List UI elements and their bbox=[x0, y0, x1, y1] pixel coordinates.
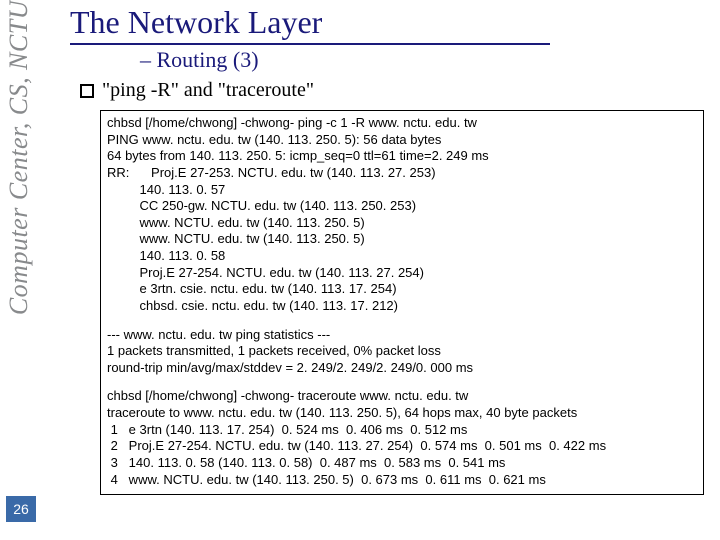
code-line: 4 www. NCTU. edu. tw (140. 113. 250. 5) … bbox=[107, 472, 697, 489]
code-line: RR: Proj.E 27-253. NCTU. edu. tw (140. 1… bbox=[107, 165, 697, 182]
code-line: traceroute to www. nctu. edu. tw (140. 1… bbox=[107, 405, 697, 422]
bullet-text: "ping -R" and "traceroute" bbox=[102, 79, 314, 102]
code-line: e 3rtn. csie. nctu. edu. tw (140. 113. 1… bbox=[107, 281, 697, 298]
code-line: www. NCTU. edu. tw (140. 113. 250. 5) bbox=[107, 231, 697, 248]
code-line: chbsd [/home/chwong] -chwong- traceroute… bbox=[107, 388, 697, 405]
code-line: 140. 113. 0. 58 bbox=[107, 248, 697, 265]
code-line: 140. 113. 0. 57 bbox=[107, 182, 697, 199]
code-block-1: chbsd [/home/chwong] -chwong- ping -c 1 … bbox=[107, 115, 697, 315]
terminal-output-box: chbsd [/home/chwong] -chwong- ping -c 1 … bbox=[100, 110, 704, 495]
page-subtitle: – Routing (3) bbox=[140, 47, 710, 73]
page-title: The Network Layer bbox=[70, 4, 550, 45]
slide-content: The Network Layer – Routing (3) "ping -R… bbox=[70, 4, 710, 495]
code-line: Proj.E 27-254. NCTU. edu. tw (140. 113. … bbox=[107, 265, 697, 282]
code-line: 1 e 3rtn (140. 113. 17. 254) 0. 524 ms 0… bbox=[107, 422, 697, 439]
bullet-box-icon bbox=[80, 84, 94, 98]
code-line: CC 250-gw. NCTU. edu. tw (140. 113. 250.… bbox=[107, 198, 697, 215]
bullet-row: "ping -R" and "traceroute" bbox=[80, 79, 710, 102]
code-line: chbsd. csie. nctu. edu. tw (140. 113. 17… bbox=[107, 298, 697, 315]
code-line: 64 bytes from 140. 113. 250. 5: icmp_seq… bbox=[107, 148, 697, 165]
code-line: 3 140. 113. 0. 58 (140. 113. 0. 58) 0. 4… bbox=[107, 455, 697, 472]
code-line: chbsd [/home/chwong] -chwong- ping -c 1 … bbox=[107, 115, 697, 132]
page-number-badge: 26 bbox=[6, 496, 36, 522]
code-line: 1 packets transmitted, 1 packets receive… bbox=[107, 343, 697, 360]
code-line: --- www. nctu. edu. tw ping statistics -… bbox=[107, 327, 697, 344]
code-block-3: chbsd [/home/chwong] -chwong- traceroute… bbox=[107, 388, 697, 488]
code-line: www. NCTU. edu. tw (140. 113. 250. 5) bbox=[107, 215, 697, 232]
code-line: PING www. nctu. edu. tw (140. 113. 250. … bbox=[107, 132, 697, 149]
code-line: 2 Proj.E 27-254. NCTU. edu. tw (140. 113… bbox=[107, 438, 697, 455]
code-block-2: --- www. nctu. edu. tw ping statistics -… bbox=[107, 327, 697, 377]
sidebar-label: Computer Center, CS, NCTU bbox=[4, 0, 34, 315]
code-line: round-trip min/avg/max/stddev = 2. 249/2… bbox=[107, 360, 697, 377]
